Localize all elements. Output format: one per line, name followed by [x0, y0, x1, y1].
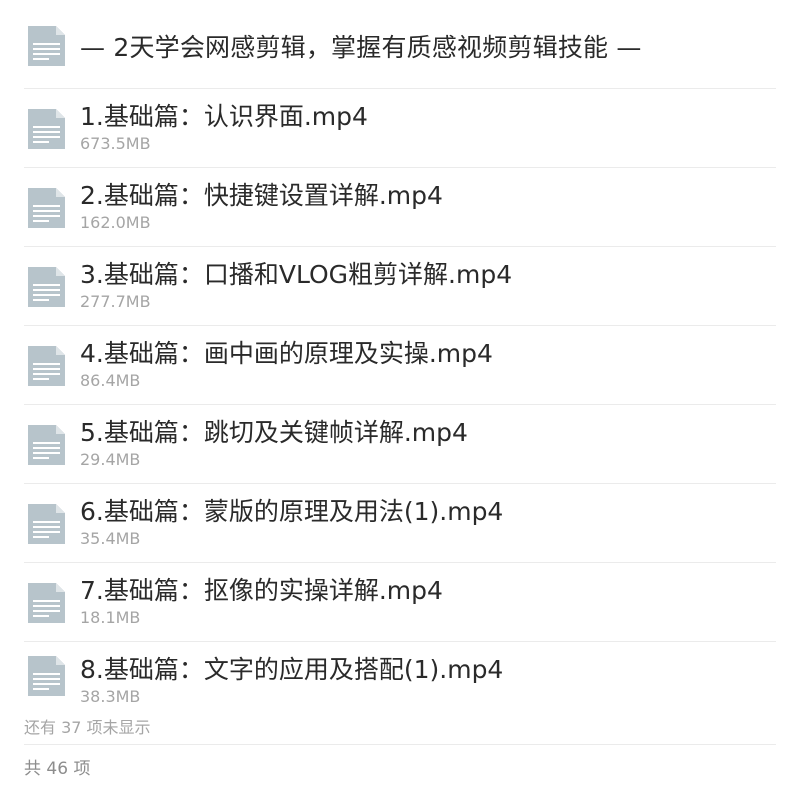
folder-header[interactable]: — 2天学会网感剪辑，掌握有质感视频剪辑技能 — — [24, 0, 776, 89]
file-name: 3.基础篇：口播和VLOG粗剪详解.mp4 — [80, 260, 513, 289]
file-item[interactable]: 2.基础篇：快捷键设置详解.mp4 162.0MB — [24, 168, 776, 247]
file-size: 673.5MB — [80, 134, 151, 153]
file-name: 4.基础篇：画中画的原理及实操.mp4 — [80, 339, 493, 368]
file-document-icon — [28, 109, 65, 149]
file-name: 8.基础篇：文字的应用及搭配(1).mp4 — [80, 655, 504, 684]
file-name: 5.基础篇：跳切及关键帧详解.mp4 — [80, 418, 468, 447]
file-info: 4.基础篇：画中画的原理及实操.mp4 86.4MB — [80, 339, 493, 391]
file-document-icon — [28, 656, 65, 696]
file-document-icon — [28, 583, 65, 623]
file-size: 35.4MB — [80, 529, 141, 548]
file-size: 162.0MB — [80, 213, 151, 232]
file-document-icon — [28, 26, 65, 66]
file-info: 5.基础篇：跳切及关键帧详解.mp4 29.4MB — [80, 418, 468, 470]
file-info: 7.基础篇：抠像的实操详解.mp4 18.1MB — [80, 576, 443, 628]
file-name: 6.基础篇：蒙版的原理及用法(1).mp4 — [80, 497, 504, 526]
file-document-icon — [28, 346, 65, 386]
file-item[interactable]: 8.基础篇：文字的应用及搭配(1).mp4 38.3MB — [24, 642, 776, 708]
more-items-note[interactable]: 还有 37 项未显示 — [24, 714, 151, 738]
file-document-icon — [28, 504, 65, 544]
file-item[interactable]: 3.基础篇：口播和VLOG粗剪详解.mp4 277.7MB — [24, 247, 776, 326]
file-item[interactable]: 7.基础篇：抠像的实操详解.mp4 18.1MB — [24, 563, 776, 642]
file-document-icon — [28, 425, 65, 465]
file-info: 3.基础篇：口播和VLOG粗剪详解.mp4 277.7MB — [80, 260, 512, 312]
footer-divider — [24, 744, 776, 745]
file-size: 29.4MB — [80, 450, 141, 469]
file-list: — 2天学会网感剪辑，掌握有质感视频剪辑技能 — 1.基础篇：认识界面.mp4 … — [24, 0, 776, 708]
file-name: 7.基础篇：抠像的实操详解.mp4 — [80, 576, 443, 605]
file-size: 86.4MB — [80, 371, 141, 390]
file-size: 277.7MB — [80, 292, 151, 311]
file-document-icon — [28, 188, 65, 228]
file-item[interactable]: 4.基础篇：画中画的原理及实操.mp4 86.4MB — [24, 326, 776, 405]
file-size: 38.3MB — [80, 687, 141, 706]
file-size: 18.1MB — [80, 608, 141, 627]
file-name: 1.基础篇：认识界面.mp4 — [80, 102, 368, 131]
file-info: 1.基础篇：认识界面.mp4 673.5MB — [80, 102, 368, 154]
file-document-icon — [28, 267, 65, 307]
file-item[interactable]: 5.基础篇：跳切及关键帧详解.mp4 29.4MB — [24, 405, 776, 484]
file-item[interactable]: 6.基础篇：蒙版的原理及用法(1).mp4 35.4MB — [24, 484, 776, 563]
total-count: 共 46 项 — [24, 759, 91, 779]
file-info: 8.基础篇：文字的应用及搭配(1).mp4 38.3MB — [80, 655, 503, 707]
file-info: 6.基础篇：蒙版的原理及用法(1).mp4 35.4MB — [80, 497, 503, 549]
folder-title: — 2天学会网感剪辑，掌握有质感视频剪辑技能 — — [80, 33, 642, 62]
file-name: 2.基础篇：快捷键设置详解.mp4 — [80, 181, 443, 210]
file-item[interactable]: 1.基础篇：认识界面.mp4 673.5MB — [24, 89, 776, 168]
file-info: 2.基础篇：快捷键设置详解.mp4 162.0MB — [80, 181, 443, 233]
